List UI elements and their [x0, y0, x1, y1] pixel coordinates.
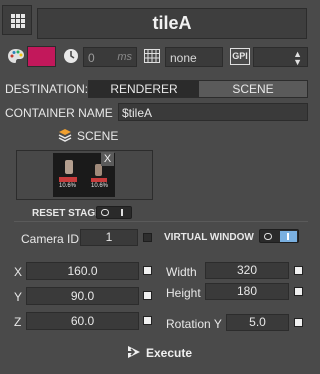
- container-name-value: $tileA: [122, 106, 153, 120]
- destination-option-scene[interactable]: SCENE: [199, 81, 307, 97]
- y-checkbox[interactable]: [143, 291, 152, 300]
- height-checkbox[interactable]: [294, 287, 303, 296]
- gpi-select[interactable]: ▲ ▼: [253, 47, 308, 67]
- thumbnail-text-left: 10.6%: [59, 183, 77, 189]
- y-input[interactable]: 90.0: [26, 287, 139, 305]
- toggle-mark: [121, 209, 123, 216]
- table-icon: [144, 49, 160, 66]
- width-value: 320: [236, 263, 258, 277]
- scene-label: SCENE: [77, 129, 119, 143]
- z-label: Z: [14, 315, 22, 329]
- camera-id-checkbox[interactable]: [143, 233, 152, 242]
- y-value: 90.0: [70, 289, 95, 303]
- virtual-window-toggle[interactable]: [259, 229, 299, 243]
- width-input[interactable]: 320: [205, 262, 289, 279]
- destination-option-renderer[interactable]: RENDERER: [89, 81, 199, 97]
- container-name-label: CONTAINER NAME: [5, 106, 113, 120]
- destination-renderer-label: RENDERER: [110, 82, 178, 96]
- clock-icon: [63, 48, 79, 67]
- x-label: X: [14, 265, 23, 279]
- destination-label: DESTINATION:: [5, 82, 89, 96]
- x-value: 160.0: [67, 264, 98, 278]
- height-label: Height: [166, 286, 201, 300]
- delay-value: 0: [88, 51, 95, 65]
- color-swatch[interactable]: [27, 46, 56, 67]
- rotation-y-label: Rotation Y: [166, 317, 222, 331]
- toggle-knob-off: [264, 233, 272, 240]
- width-label: Width: [166, 265, 197, 279]
- page-title: tileA: [152, 13, 192, 33]
- z-input[interactable]: 60.0: [26, 312, 139, 330]
- palette-icon[interactable]: [7, 48, 25, 67]
- width-checkbox[interactable]: [294, 266, 303, 275]
- delay-unit: ms: [117, 51, 132, 63]
- thumbnail-bar-left: [59, 177, 77, 182]
- mode-value: none: [170, 51, 197, 65]
- camera-id-value: 1: [105, 230, 113, 244]
- y-label: Y: [14, 290, 23, 304]
- rotation-y-checkbox[interactable]: [294, 318, 303, 327]
- x-checkbox[interactable]: [143, 266, 152, 275]
- reset-stage-toggle[interactable]: [96, 206, 132, 219]
- layers-icon: [58, 128, 72, 145]
- close-icon: X: [103, 153, 112, 165]
- camera-id-input[interactable]: 1: [80, 229, 138, 246]
- virtual-window-label: VIRTUAL WINDOW: [164, 232, 254, 243]
- x-input[interactable]: 160.0: [26, 262, 139, 280]
- title-box[interactable]: tileA: [37, 8, 307, 39]
- destination-scene-label: SCENE: [232, 82, 274, 96]
- thumbnail-bar-right: [91, 178, 107, 182]
- gpi-icon: GPI: [230, 48, 250, 65]
- scene-close-button[interactable]: X: [101, 152, 114, 166]
- select-arrows-icon: ▲ ▼: [293, 49, 302, 67]
- camera-id-label: Camera ID: [21, 232, 80, 246]
- rotation-y-input[interactable]: 5.0: [226, 314, 289, 331]
- delay-input[interactable]: 0 ms: [83, 47, 137, 67]
- execute-button[interactable]: Execute: [124, 344, 194, 362]
- z-checkbox[interactable]: [143, 316, 152, 325]
- grid-menu-icon: [11, 14, 25, 28]
- toggle-knob-off: [101, 209, 109, 216]
- toggle-on-indicator: [280, 231, 297, 242]
- divider: [14, 221, 308, 222]
- rotation-y-value: 5.0: [249, 315, 266, 329]
- scene-thumbnail-frame: 10.6% 10.6% X: [16, 150, 153, 200]
- execute-label: Execute: [146, 346, 193, 360]
- thumbnail-text-right: 10.6%: [91, 183, 109, 189]
- z-value: 60.0: [70, 314, 95, 328]
- container-name-input[interactable]: $tileA: [118, 103, 308, 121]
- grid-menu-button[interactable]: [2, 5, 32, 35]
- mode-input[interactable]: none: [165, 47, 223, 67]
- destination-segment: RENDERER SCENE: [88, 80, 308, 98]
- thumbnail-figure-left: [65, 160, 73, 174]
- reset-stage-label: RESET STAGE: [32, 208, 102, 219]
- execute-icon: [126, 345, 142, 362]
- gpi-label: GPI: [232, 51, 248, 61]
- height-input[interactable]: 180: [205, 283, 289, 300]
- height-value: 180: [236, 284, 258, 298]
